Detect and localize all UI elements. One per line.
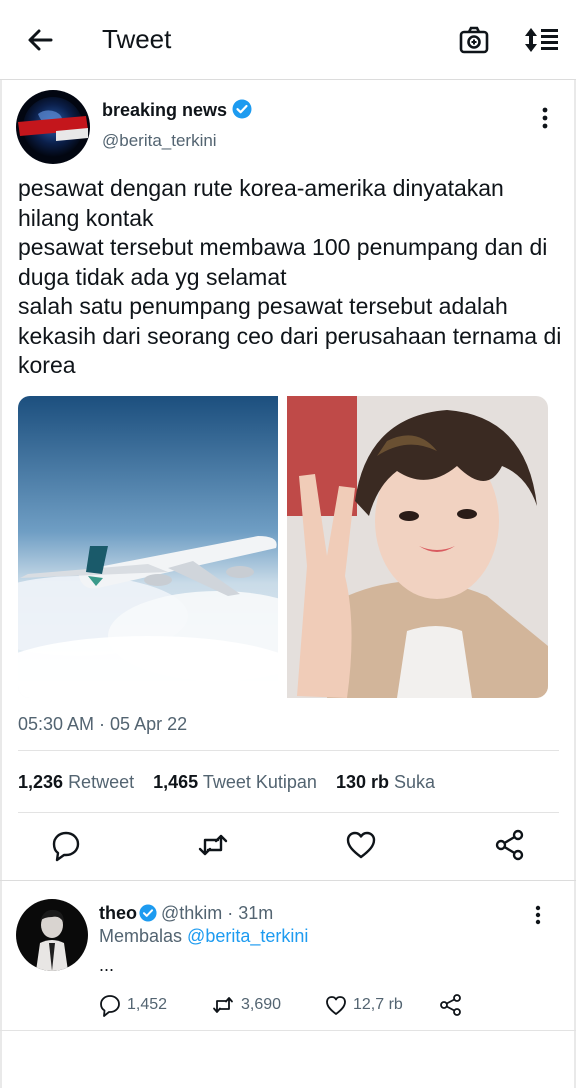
reply-tweet[interactable]: theo @thkim · 31m Membalas @berita_terkin… xyxy=(0,881,576,1031)
more-options-button[interactable] xyxy=(534,104,556,132)
retweet-count-label: Retweet xyxy=(68,772,135,792)
camera-icon xyxy=(459,26,489,54)
reply-retweet-count: 3,690 xyxy=(241,996,282,1013)
camera-button[interactable] xyxy=(458,24,490,56)
divider xyxy=(0,1030,576,1031)
retweet-icon xyxy=(213,997,233,1013)
like-count[interactable]: 130 rb Suka xyxy=(336,772,435,793)
breaking-news-logo xyxy=(16,90,90,164)
back-button[interactable] xyxy=(24,24,56,56)
divider xyxy=(18,750,559,751)
verified-badge-icon xyxy=(139,904,157,922)
author-handle[interactable]: @berita_terkini xyxy=(102,131,217,151)
reply-icon xyxy=(100,995,120,1017)
more-vertical-icon xyxy=(542,107,548,129)
reply-reply-button[interactable]: 1,452 xyxy=(99,991,167,1019)
reply-separator: · xyxy=(222,903,239,923)
share-icon xyxy=(495,829,524,861)
quote-count-value: 1,465 xyxy=(153,772,199,792)
tweet-media xyxy=(18,396,548,698)
page-title: Tweet xyxy=(102,24,172,54)
quote-count[interactable]: 1,465 Tweet Kutipan xyxy=(153,772,317,793)
sort-button[interactable] xyxy=(522,24,560,56)
reply-more-options-button[interactable] xyxy=(528,903,548,929)
media-image-person[interactable] xyxy=(287,396,548,698)
more-vertical-icon xyxy=(535,905,541,925)
divider xyxy=(18,812,559,813)
reply-button[interactable] xyxy=(50,828,82,862)
like-count-label: Suka xyxy=(394,772,436,792)
share-icon xyxy=(440,994,461,1016)
retweet-count-value: 1,236 xyxy=(18,772,64,792)
reply-like-button[interactable]: 12,7 rb xyxy=(325,991,403,1019)
reply-share-button[interactable] xyxy=(439,991,469,1019)
like-icon xyxy=(326,996,346,1015)
retweet-icon xyxy=(198,834,228,856)
author-name[interactable]: breaking news xyxy=(102,100,227,121)
share-button[interactable] xyxy=(494,828,526,862)
reply-retweet-button[interactable]: 3,690 xyxy=(211,991,281,1019)
like-button[interactable] xyxy=(345,828,377,862)
reply-header: theo @thkim · 31m xyxy=(99,903,273,924)
retweet-button[interactable] xyxy=(196,828,228,862)
like-count-value: 130 rb xyxy=(335,772,389,792)
retweet-count[interactable]: 1,236 Retweet xyxy=(18,772,134,793)
arrow-left-icon xyxy=(28,29,53,51)
replying-to-label: Membalas xyxy=(99,926,183,946)
top-bar: Tweet xyxy=(0,0,576,80)
reply-icon xyxy=(52,831,80,862)
tweet-author: breaking news @berita_terkini xyxy=(0,86,576,166)
quote-count-label: Tweet Kutipan xyxy=(202,772,317,792)
tweet-timestamp[interactable]: 05:30 AM · 05 Apr 22 xyxy=(18,714,187,735)
reply-time: 31m xyxy=(238,903,274,923)
replying-to: Membalas @berita_terkini xyxy=(99,926,308,947)
reply-author-name[interactable]: theo xyxy=(99,903,137,923)
reply-avatar-image xyxy=(16,899,88,971)
reply-text: ... xyxy=(99,955,115,975)
reply-actions: 1,452 3,690 12,7 rb xyxy=(99,991,559,1021)
like-icon xyxy=(346,831,376,859)
person-photo xyxy=(287,396,548,698)
tweet-stats: 1,236 Retweet 1,465 Tweet Kutipan 130 rb… xyxy=(18,772,449,793)
reply-reply-count: 1,452 xyxy=(127,996,168,1013)
tweet-actions xyxy=(0,828,576,868)
replying-to-mention[interactable]: @berita_terkini xyxy=(187,926,308,946)
tweet-text: pesawat dengan rute korea-amerika dinyat… xyxy=(18,175,562,378)
sort-icon xyxy=(525,28,558,52)
reply-author-handle[interactable]: @thkim xyxy=(161,903,222,923)
media-image-airplane[interactable] xyxy=(18,396,278,698)
avatar[interactable] xyxy=(16,899,88,971)
airplane-image xyxy=(18,396,278,698)
avatar[interactable] xyxy=(16,90,90,164)
verified-badge-icon xyxy=(232,99,252,119)
reply-like-count: 12,7 rb xyxy=(353,996,403,1013)
